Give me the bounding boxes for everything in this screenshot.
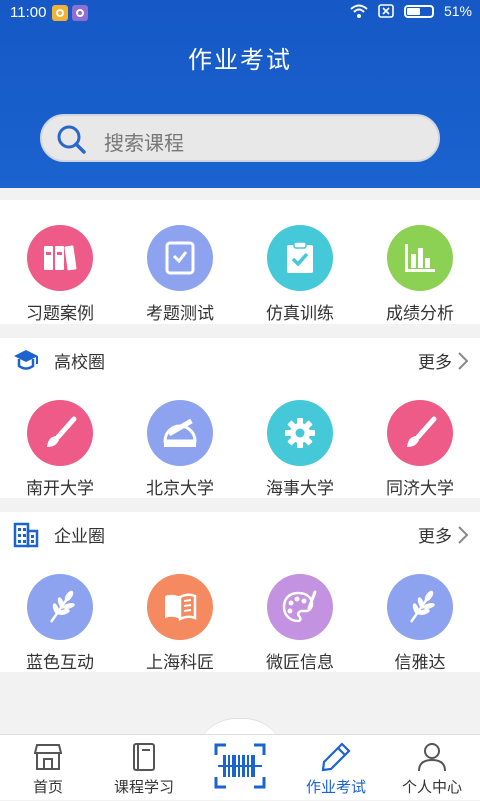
nav-item-homework-exams[interactable]: 作业考试 (288, 735, 384, 801)
company-item-blue-interactive[interactable]: 蓝色互动 (0, 574, 120, 673)
status-time: 11:00 (10, 4, 47, 21)
books-icon (27, 225, 93, 291)
quick-action-exercises[interactable]: 习题案例 (0, 225, 120, 324)
nav-label: 个人中心 (401, 778, 462, 796)
university-item-peking[interactable]: 北京大学 (120, 400, 240, 499)
university-item-nankai[interactable]: 南开大学 (0, 400, 120, 499)
quick-actions: 习题案例 考题测试 仿真训练 成绩分析 (0, 200, 480, 324)
tablet-check-icon (147, 225, 213, 291)
quick-action-scores[interactable]: 成绩分析 (360, 225, 480, 324)
notification-app-icon (52, 5, 68, 21)
shop-icon (33, 744, 63, 770)
no-sim-icon (378, 4, 394, 18)
quick-action-label: 成绩分析 (386, 304, 454, 324)
open-book-icon (147, 574, 213, 640)
page-title: 作业考试 (188, 46, 292, 74)
section-title: 企业圈 (54, 527, 105, 547)
book-icon (133, 743, 155, 771)
paintbrush-icon (387, 400, 453, 466)
chevron-right-icon (458, 525, 468, 544)
nav-item-courses[interactable]: 课程学习 (96, 735, 192, 801)
university-label: 南开大学 (26, 479, 94, 499)
pencil-icon (321, 742, 351, 772)
notification-app-icon (72, 5, 88, 21)
wheat-icon (387, 574, 453, 640)
company-label: 蓝色互动 (26, 653, 94, 673)
company-label: 信雅达 (394, 653, 446, 673)
universities-section: 高校圈 更多 南开大学 北京大学 海事大学 同济大学 (0, 338, 480, 499)
companies-section: 企业圈 更多 蓝色互动 上海科匠 微匠信息 信雅达 (0, 512, 480, 673)
university-label: 海事大学 (266, 479, 334, 499)
quick-action-label: 仿真训练 (266, 304, 334, 324)
paintbrush-icon (27, 400, 93, 466)
chevron-right-icon (458, 351, 468, 370)
nav-label: 首页 (32, 778, 63, 796)
university-item-maritime[interactable]: 海事大学 (240, 400, 360, 499)
companies-more-link[interactable]: 更多 (418, 522, 468, 547)
quick-action-label: 考题测试 (146, 304, 214, 324)
nav-item-home[interactable]: 首页 (0, 735, 96, 801)
nav-label: 作业考试 (305, 778, 366, 796)
nav-item-profile[interactable]: 个人中心 (384, 735, 480, 801)
header: 11:00 51% 作业考试 搜索课程 (0, 0, 480, 188)
more-label: 更多 (418, 527, 452, 547)
search-icon (57, 125, 86, 154)
gear-icon (267, 400, 333, 466)
battery-icon (403, 4, 434, 18)
company-item-weijiang-info[interactable]: 微匠信息 (240, 574, 360, 673)
university-item-tongji[interactable]: 同济大学 (360, 400, 480, 499)
university-label: 同济大学 (386, 479, 454, 499)
company-label: 微匠信息 (266, 653, 334, 673)
battery-level: 51% (443, 3, 472, 19)
wifi-icon (350, 4, 368, 18)
quick-action-simulation[interactable]: 仿真训练 (240, 225, 360, 324)
quick-action-label: 习题案例 (26, 304, 94, 324)
building-icon (13, 522, 39, 548)
status-bar: 11:00 51% (0, 0, 480, 26)
search-input[interactable]: 搜索课程 (40, 114, 440, 162)
nav-label: 课程学习 (113, 778, 174, 796)
nav-item-scan[interactable] (192, 735, 288, 801)
company-item-xinyada[interactable]: 信雅达 (360, 574, 480, 673)
wheat-icon (27, 574, 93, 640)
section-title: 高校圈 (54, 353, 105, 373)
bottom-nav: 首页 课程学习 作业考试 个人中心 (0, 734, 480, 800)
bar-chart-icon (387, 225, 453, 291)
search-placeholder: 搜索课程 (104, 131, 184, 155)
university-label: 北京大学 (146, 479, 214, 499)
universities-more-link[interactable]: 更多 (418, 348, 468, 373)
graduation-cap-icon (14, 350, 38, 370)
ruler-protractor-icon (147, 400, 213, 466)
quick-action-tests[interactable]: 考题测试 (120, 225, 240, 324)
barcode-scan-icon (214, 743, 266, 789)
user-icon (418, 743, 446, 772)
company-label: 上海科匠 (146, 653, 214, 673)
clipboard-check-icon (267, 225, 333, 291)
palette-icon (267, 574, 333, 640)
more-label: 更多 (418, 353, 452, 373)
company-item-shanghai-kejiang[interactable]: 上海科匠 (120, 574, 240, 673)
